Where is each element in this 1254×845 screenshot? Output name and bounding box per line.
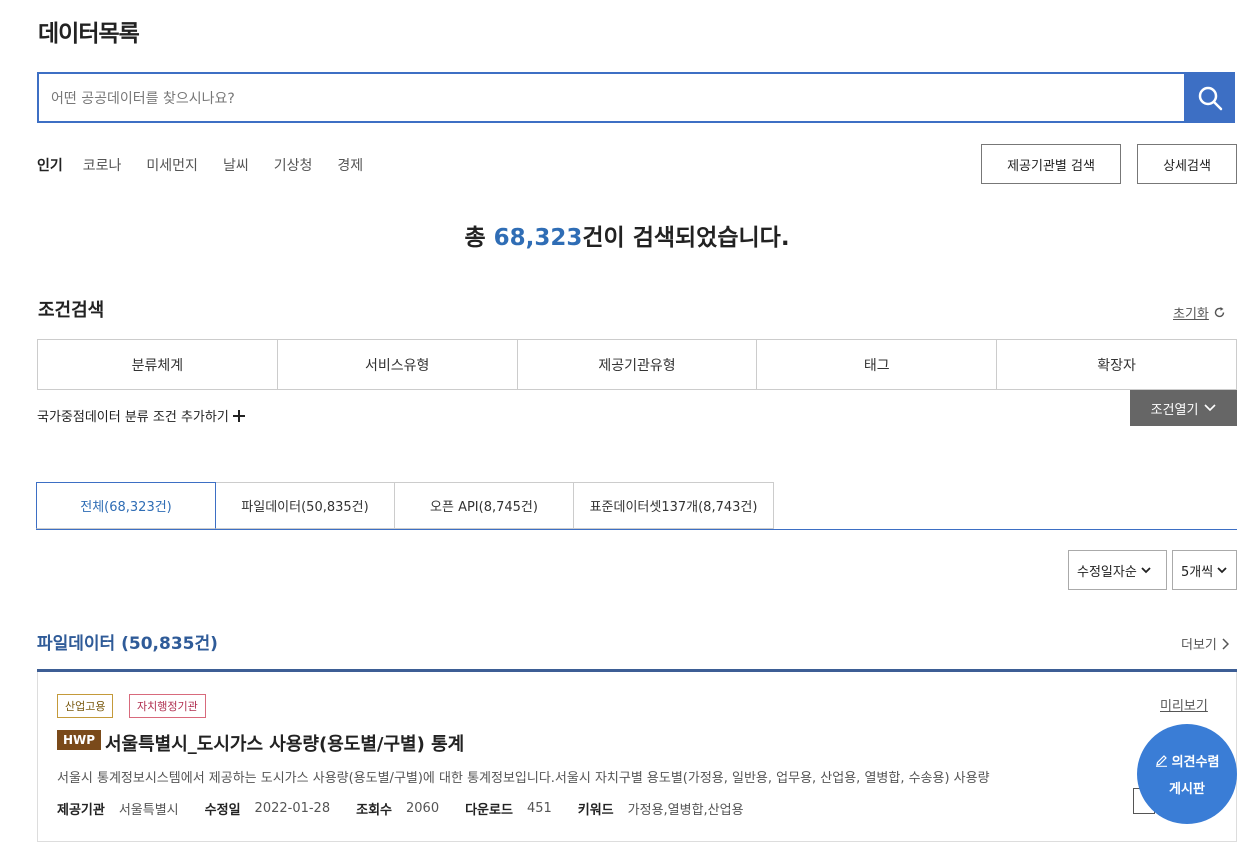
item-meta: 제공기관 서울특별시 수정일 2022-01-28 조회수 2060 다운로드 …	[57, 799, 770, 818]
page-size-selected: 5개씩	[1181, 564, 1214, 580]
national-data-add[interactable]: 국가중점데이터 분류 조건 추가하기	[37, 406, 245, 425]
open-conditions-label: 조건열기	[1150, 402, 1199, 418]
total-number: 68,323	[493, 225, 583, 251]
meta-keywords: 가정용,열병합,산업용	[627, 803, 744, 818]
search-icon	[1198, 86, 1222, 110]
org-search-button[interactable]: 제공기관별 검색	[981, 144, 1121, 184]
keyword-link[interactable]: 날씨	[223, 155, 249, 175]
conditions-title: 조건검색	[38, 300, 105, 321]
filter-service-type[interactable]: 서비스유형	[278, 340, 518, 389]
tab-file-data[interactable]: 파일데이터(50,835건)	[216, 482, 395, 529]
keyword-link[interactable]: 코로나	[83, 155, 122, 175]
filter-category[interactable]: 분류체계	[38, 340, 278, 389]
data-tabs: 전체(68,323건) 파일데이터(50,835건) 오픈 API(8,745건…	[36, 482, 774, 529]
chevron-down-icon	[1141, 566, 1151, 573]
tab-open-api[interactable]: 오픈 API(8,745건)	[395, 482, 574, 529]
search-box	[37, 72, 1235, 123]
tab-all[interactable]: 전체(68,323건)	[36, 482, 216, 529]
sort-selected: 수정일자순	[1077, 564, 1137, 580]
keyword-link[interactable]: 경제	[337, 155, 363, 175]
org-type-badge: 자치행정기관	[129, 694, 206, 718]
chevron-down-icon	[1204, 404, 1216, 412]
reset-button[interactable]: 초기화	[1173, 303, 1226, 322]
keyword-link[interactable]: 미세먼지	[146, 155, 198, 175]
filter-tag[interactable]: 태그	[757, 340, 998, 389]
filter-table: 분류체계 서비스유형 제공기관유형 태그 확장자	[37, 339, 1237, 390]
popular-keywords: 인기 코로나 미세먼지 날씨 기상청 경제	[37, 155, 388, 175]
meta-views-label: 조회수	[356, 803, 392, 818]
meta-downloads-label: 다운로드	[465, 803, 513, 818]
meta-views: 2060	[406, 801, 440, 816]
fab-label-2: 게시판	[1169, 782, 1205, 797]
plus-icon	[232, 409, 245, 422]
chevron-right-icon	[1222, 637, 1229, 650]
category-badge: 산업고용	[57, 694, 114, 718]
page-title: 데이터목록	[38, 21, 140, 47]
filter-org-type[interactable]: 제공기관유형	[518, 340, 758, 389]
more-link[interactable]: 더보기	[1181, 634, 1229, 653]
fab-line1: 의견수렴	[1155, 751, 1220, 770]
open-conditions-button[interactable]: 조건열기	[1130, 390, 1237, 426]
meta-date-label: 수정일	[204, 803, 241, 818]
total-count: 총 68,323건이 검색되었습니다.	[0, 218, 1254, 252]
tab-standard-dataset[interactable]: 표준데이터셋137개(8,743건)	[574, 482, 774, 529]
meta-downloads: 451	[526, 801, 552, 816]
fab-label-1: 의견수렴	[1171, 755, 1220, 770]
sort-select[interactable]: 수정일자순	[1068, 550, 1167, 590]
total-prefix: 총	[464, 225, 494, 251]
more-label: 더보기	[1181, 638, 1217, 653]
filter-extension[interactable]: 확장자	[997, 340, 1236, 389]
reset-label: 초기화	[1173, 307, 1209, 322]
item-title-link[interactable]: 서울특별시_도시가스 사용량(용도별/구별) 통계	[105, 730, 464, 756]
search-button[interactable]	[1184, 72, 1235, 123]
keyword-link[interactable]: 기상청	[274, 155, 313, 175]
meta-org-label: 제공기관	[57, 803, 105, 818]
total-suffix: 건이 검색되었습니다.	[582, 225, 790, 251]
meta-org: 서울특별시	[118, 803, 179, 818]
item-description: 서울시 통계정보시스템에서 제공하는 도시가스 사용량(용도별/구별)에 대한 …	[57, 771, 990, 786]
chevron-down-icon	[1217, 566, 1227, 573]
tabs-divider	[36, 529, 1237, 530]
popular-label: 인기	[37, 158, 63, 174]
national-add-label: 국가중점데이터 분류 조건 추가하기	[37, 410, 229, 425]
feedback-board-button[interactable]: 의견수렴 게시판	[1137, 724, 1237, 824]
refresh-icon	[1214, 307, 1225, 318]
preview-link[interactable]: 미리보기	[1160, 695, 1208, 714]
meta-keywords-label: 키워드	[577, 803, 614, 818]
page-size-select[interactable]: 5개씩	[1172, 550, 1237, 590]
meta-date: 2022-01-28	[254, 801, 331, 816]
search-input[interactable]	[49, 74, 1183, 123]
format-badge: HWP	[57, 730, 102, 750]
pencil-icon	[1155, 755, 1167, 767]
section-title: 파일데이터 (50,835건)	[37, 634, 218, 654]
detail-search-button[interactable]: 상세검색	[1137, 144, 1237, 184]
